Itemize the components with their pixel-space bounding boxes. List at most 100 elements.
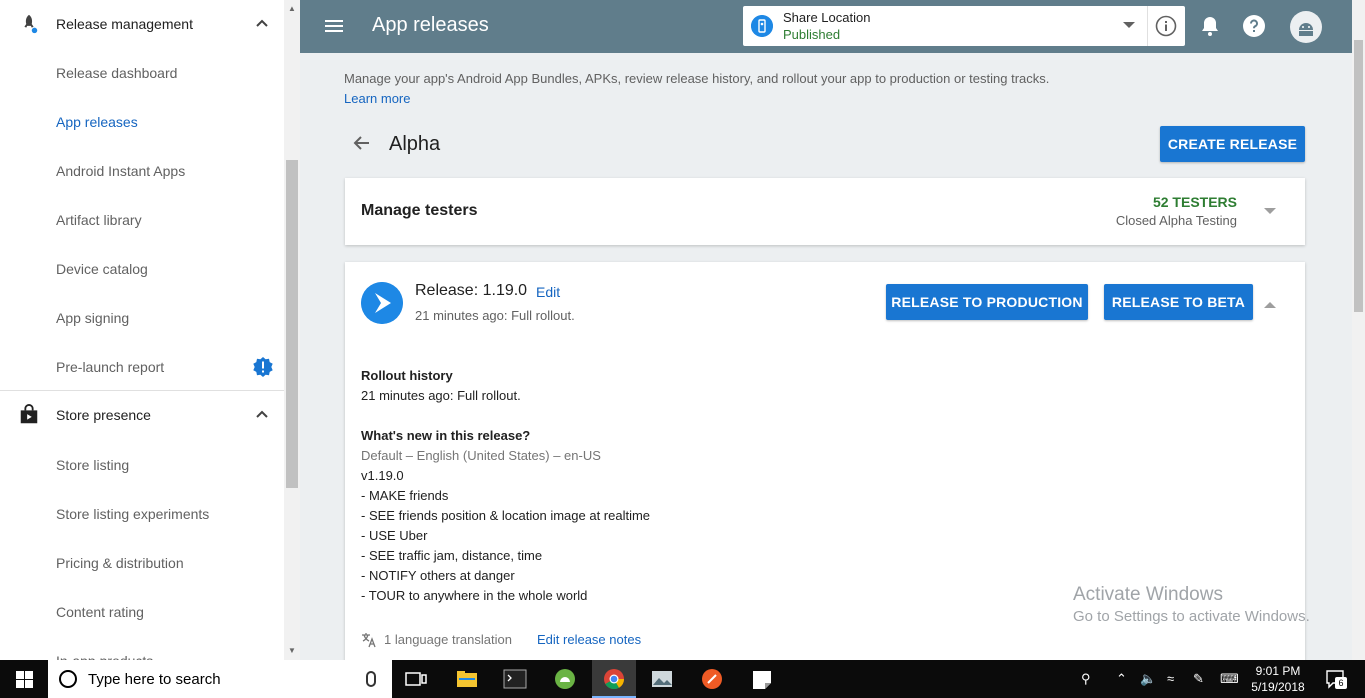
keyboard-icon[interactable]: ⌨ [1220,671,1239,687]
activate-windows-watermark: Activate Windows Go to Settings to activ… [1073,584,1310,625]
taskbar-clock[interactable]: 9:01 PM 5/19/2018 [1248,663,1308,695]
alert-badge-icon [253,357,273,377]
notifications-bell-icon[interactable] [1198,14,1222,38]
sidebar-item-release-dashboard[interactable]: Release dashboard [56,63,177,83]
sidebar-item-pricing-distribution[interactable]: Pricing & distribution [56,553,184,573]
language-translation-count: 1 language translation [384,632,512,647]
whats-new-title: What's new in this release? [361,428,531,443]
manage-testers-title: Manage testers [361,202,478,219]
taskbar-search-placeholder: Type here to search [88,671,221,688]
file-explorer-icon[interactable] [455,668,479,690]
hamburger-menu-icon[interactable] [324,16,344,36]
release-notes-locale: Default – English (United States) – en-U… [361,448,601,463]
collapse-caret-icon[interactable] [1264,302,1276,308]
edit-release-notes-link[interactable]: Edit release notes [537,632,641,647]
dropdown-arrow-icon[interactable] [1123,22,1135,28]
sidebar-section-store-presence[interactable]: Store presence [0,391,284,439]
release-note-line: - SEE traffic jam, distance, time [361,548,543,563]
release-note-line: - NOTIFY others at danger [361,568,515,583]
back-arrow-icon[interactable] [352,133,372,153]
sidebar-item-app-releases[interactable]: App releases [56,112,138,132]
wifi-icon[interactable]: ≈ [1167,671,1174,686]
sidebar-section-title: Store presence [56,407,151,423]
watermark-title: Activate Windows [1073,584,1223,605]
release-note-line: - TOUR to anywhere in the whole world [361,588,588,603]
page-description: Manage your app's Android App Bundles, A… [344,71,1050,86]
sidebar-section-release-management[interactable]: Release management [0,0,284,48]
main-content: Manage your app's Android App Bundles, A… [300,53,1352,682]
image-viewer-icon[interactable] [650,668,674,690]
sidebar-item-content-rating[interactable]: Content rating [56,602,144,622]
terminal-icon[interactable] [503,668,527,690]
release-note-line: v1.19.0 [361,468,404,483]
testers-subtitle: Closed Alpha Testing [1115,213,1237,228]
sidebar-section-title: Release management [56,16,193,32]
sidebar-item-pre-launch-report[interactable]: Pre-launch report [56,357,164,377]
release-to-beta-button[interactable]: RELEASE TO BETA [1104,284,1253,320]
sidebar-scrollbar[interactable]: ▲ ▼ [284,0,300,660]
app-status: Published [783,27,841,42]
edit-release-link[interactable]: Edit [536,284,560,300]
windows-taskbar: Type here to search ⚲ ⌃ 🔈 ≈ ✎ ⌨ 9:01 PM … [0,660,1365,698]
windows-start-icon[interactable] [16,671,33,688]
app-selector[interactable]: Share Location Published [743,6,1185,46]
page-scrollbar[interactable] [1352,0,1365,660]
scroll-up-arrow-icon[interactable]: ▲ [288,4,296,13]
task-view-icon[interactable] [404,668,428,690]
sidebar-item-store-listing-experiments[interactable]: Store listing experiments [56,504,209,524]
release-note-line: - SEE friends position & location image … [361,508,651,523]
taskbar-search-box[interactable]: Type here to search [48,660,392,698]
rollout-history-entry: 21 minutes ago: Full rollout. [361,388,521,403]
action-center-icon[interactable]: 6 [1324,668,1347,690]
expand-caret-icon[interactable] [1264,208,1276,214]
release-time: 21 minutes ago: Full rollout. [415,308,575,323]
shopping-bag-icon [20,404,38,424]
show-hidden-icons-icon[interactable]: ⌃ [1116,671,1127,687]
clock-date: 5/19/2018 [1251,680,1305,694]
app-selector-divider [1147,6,1148,46]
notification-count: 6 [1335,677,1347,689]
release-version: Release: 1.19.0 [415,282,528,299]
chevron-up-icon[interactable] [254,407,270,423]
pen-icon[interactable]: ✎ [1193,671,1204,687]
testers-count: 52 TESTERS [1152,194,1237,210]
cortana-icon [59,670,77,688]
chrome-icon [604,669,625,690]
sticky-notes-icon[interactable] [750,668,774,690]
sidebar-item-artifact-library[interactable]: Artifact library [56,210,142,230]
rocket-icon [24,14,38,34]
sidebar: Release management Release dashboard App… [0,0,300,660]
sidebar-item-app-signing[interactable]: App signing [56,308,129,328]
postman-icon[interactable] [700,668,724,690]
create-release-button[interactable]: CREATE RELEASE [1160,126,1305,162]
microphone-icon[interactable] [366,671,376,687]
android-studio-icon[interactable] [553,668,577,690]
volume-icon[interactable]: 🔈 [1140,671,1156,687]
translate-icon [362,633,376,648]
info-icon[interactable] [1155,15,1177,37]
chrome-taskbar-active[interactable] [592,660,636,698]
sidebar-item-android-instant-apps[interactable]: Android Instant Apps [56,161,185,181]
account-avatar-icon[interactable] [1290,11,1322,43]
release-note-line: - MAKE friends [361,488,449,503]
scroll-down-arrow-icon[interactable]: ▼ [288,646,296,655]
sidebar-item-device-catalog[interactable]: Device catalog [56,259,148,279]
help-icon[interactable] [1242,14,1266,38]
screen: Release management Release dashboard App… [0,0,1365,698]
track-title: Alpha [389,133,441,155]
manage-testers-card[interactable]: Manage testers 52 TESTERS Closed Alpha T… [345,178,1305,245]
app-icon [751,15,773,37]
sidebar-item-store-listing[interactable]: Store listing [56,455,129,475]
release-play-icon [361,282,403,324]
app-name: Share Location [783,10,871,25]
page-title: App releases [372,14,489,36]
sidebar-item-in-app-products[interactable]: In-app products [56,651,153,660]
people-icon[interactable]: ⚲ [1081,671,1091,687]
page-scrollbar-thumb[interactable] [1354,40,1363,312]
sidebar-scrollbar-thumb[interactable] [286,160,298,488]
release-to-production-button[interactable]: RELEASE TO PRODUCTION [886,284,1088,320]
chevron-up-icon[interactable] [254,16,270,32]
release-note-line: - USE Uber [361,528,428,543]
watermark-subtitle: Go to Settings to activate Windows. [1073,608,1310,625]
learn-more-link[interactable]: Learn more [344,91,410,106]
